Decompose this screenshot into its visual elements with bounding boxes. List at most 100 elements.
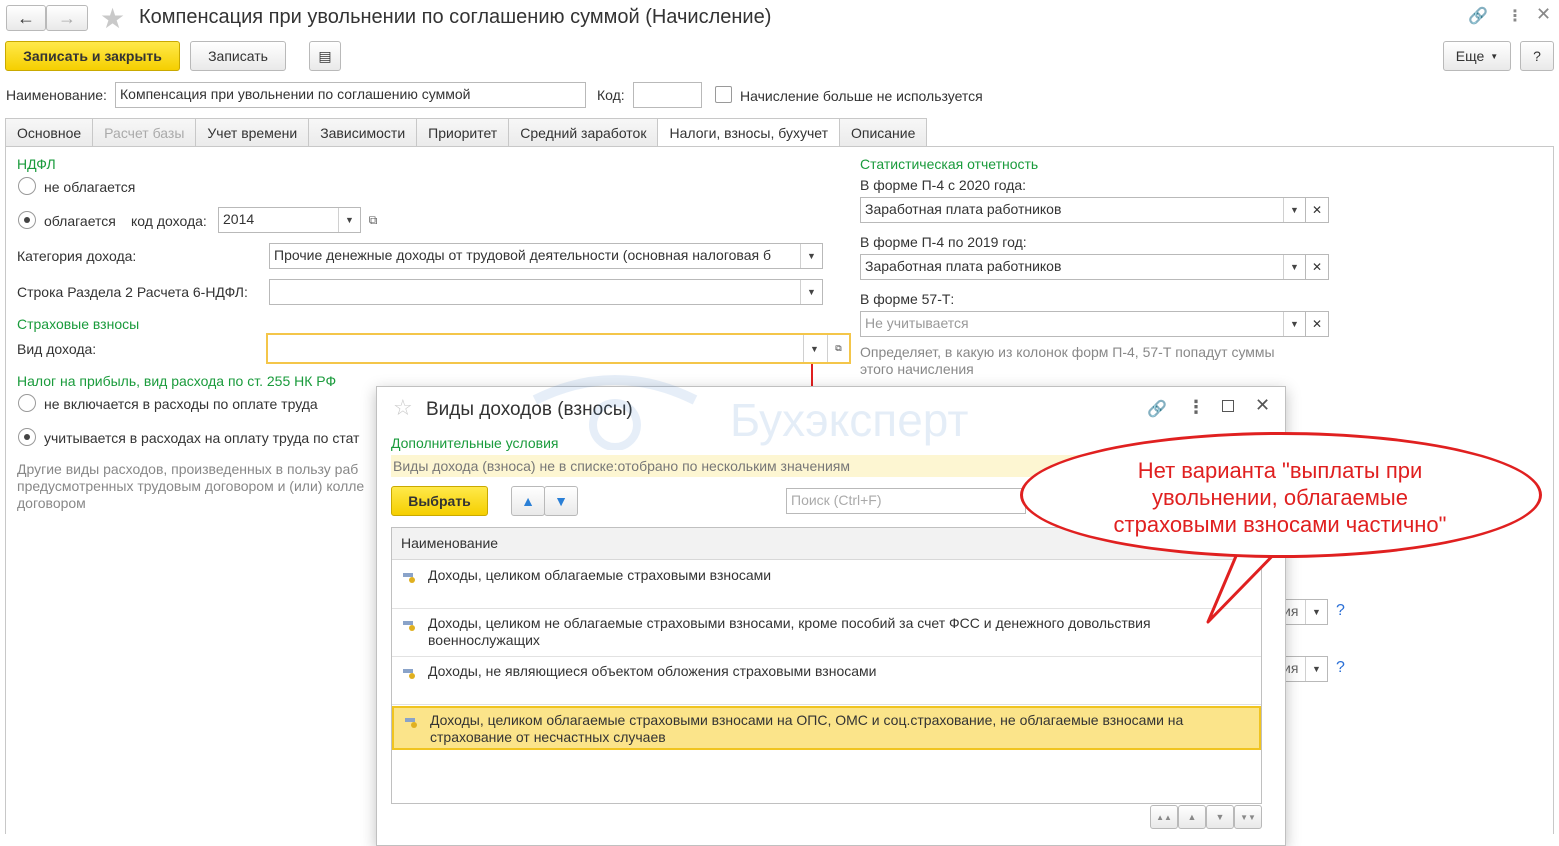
income-type-label: Вид дохода: xyxy=(17,341,97,357)
row-6ndfl-dropdown-icon[interactable]: ▼ xyxy=(800,280,822,304)
callout-line2: увольнении, облагаемые xyxy=(1152,485,1408,510)
p4-2019-label: В форме П-4 по 2019 год: xyxy=(860,234,1027,250)
nav-next-icon[interactable]: ▼ xyxy=(1206,805,1234,829)
item-icon xyxy=(403,669,415,679)
income-code-open-icon[interactable]: ⧉ xyxy=(362,208,384,232)
back-button[interactable]: ← xyxy=(6,5,46,31)
profit-not-included-label: не включается в расходы по оплате труда xyxy=(44,396,318,412)
tab-dependencies[interactable]: Зависимости xyxy=(308,118,418,146)
list-item-selected[interactable]: Доходы, целиком облагаемые страховыми вз… xyxy=(392,706,1261,750)
item-icon xyxy=(403,621,415,631)
p4-2020-label: В форме П-4 с 2020 года: xyxy=(860,177,1027,193)
f57t-dropdown-icon[interactable]: ▼ xyxy=(1283,312,1305,336)
popup-close-icon[interactable]: ✕ xyxy=(1255,395,1270,416)
more-button[interactable]: Еще ▼ xyxy=(1443,41,1511,71)
popup-extra-conditions[interactable]: Дополнительные условия xyxy=(391,435,559,451)
move-up-button[interactable]: ▲ xyxy=(511,486,545,516)
save-button[interactable]: Записать xyxy=(190,41,286,71)
help-q2[interactable]: ? xyxy=(1336,659,1345,677)
popup-more-icon[interactable]: ⋮ xyxy=(1187,397,1205,418)
p4-2020-field[interactable]: Заработная плата работников ▼ xyxy=(860,197,1306,223)
popup-star-icon[interactable]: ☆ xyxy=(393,395,413,421)
income-category-field[interactable]: Прочие денежные доходы от трудовой деяте… xyxy=(269,243,823,269)
row-6ndfl-field[interactable]: ▼ xyxy=(269,279,823,305)
callout-line3: страховыми взносами частично" xyxy=(1113,512,1447,537)
watermark-text: Бухэксперт xyxy=(730,394,969,446)
p4-2019-dropdown-icon[interactable]: ▼ xyxy=(1283,255,1305,279)
forward-button[interactable]: → xyxy=(46,5,88,31)
income-code-label: код дохода: xyxy=(131,213,207,229)
list-item[interactable]: Доходы, целиком не облагаемые страховыми… xyxy=(392,609,1261,657)
row-6ndfl-label: Строка Раздела 2 Расчета 6-НДФЛ: xyxy=(17,284,248,300)
list-item-line2: военнослужащих xyxy=(428,632,540,648)
p4-2020-clear-icon[interactable]: ✕ xyxy=(1305,197,1329,223)
ndfl-taxed-label: облагается xyxy=(44,213,116,229)
f57t-clear-icon[interactable]: ✕ xyxy=(1305,311,1329,337)
ndfl-taxed-radio[interactable] xyxy=(18,211,36,229)
tab-base-calc[interactable]: Расчет базы xyxy=(92,118,197,146)
tab-main[interactable]: Основное xyxy=(5,118,94,146)
favorite-star-icon[interactable]: ★ xyxy=(100,2,125,35)
popup-select-button[interactable]: Выбрать xyxy=(391,486,488,516)
callout-tail-cover xyxy=(1244,540,1284,550)
popup-link-icon[interactable]: 🔗 xyxy=(1147,399,1167,419)
help-button[interactable]: ? xyxy=(1520,41,1554,71)
income-type-open-icon[interactable]: ⧉ xyxy=(827,335,849,362)
ndfl-not-taxed-label: не облагается xyxy=(44,179,136,195)
ndfl-section-title: НДФЛ xyxy=(17,156,56,172)
nav-last-icon[interactable]: ▼▼ xyxy=(1234,805,1262,829)
save-close-button[interactable]: Записать и закрыть xyxy=(5,41,180,71)
profit-note-line3: договором xyxy=(17,495,86,511)
hidden-dropdown-1-chevron-icon[interactable]: ▼ xyxy=(1305,600,1327,624)
income-code-field[interactable]: 2014 ▼ xyxy=(218,207,361,233)
more-vert-icon[interactable]: ⋮ xyxy=(1507,6,1523,26)
stats-note-line2: этого начисления xyxy=(860,361,974,377)
name-field[interactable]: Компенсация при увольнении по соглашению… xyxy=(115,82,586,108)
list-item-line1: Доходы, целиком облагаемые страховыми вз… xyxy=(428,567,772,583)
profit-not-included-radio[interactable] xyxy=(18,394,36,412)
popup-search-placeholder: Поиск (Ctrl+F) xyxy=(791,492,882,508)
income-category-dropdown-icon[interactable]: ▼ xyxy=(800,244,822,268)
tab-bar: Основное Расчет базы Учет времени Зависи… xyxy=(5,118,928,147)
popup-search-input[interactable]: Поиск (Ctrl+F) xyxy=(786,488,1026,514)
popup-column-header[interactable]: Наименование xyxy=(401,535,498,551)
f57t-value: Не учитывается xyxy=(865,315,969,331)
help-q1[interactable]: ? xyxy=(1336,602,1345,620)
item-icon xyxy=(405,718,417,728)
profit-note-line2: предусмотренных трудовым договором и (ил… xyxy=(17,478,365,494)
income-type-field[interactable]: ▼ ⧉ xyxy=(266,333,851,364)
f57t-field[interactable]: Не учитывается ▼ xyxy=(860,311,1306,337)
p4-2019-clear-icon[interactable]: ✕ xyxy=(1305,254,1329,280)
list-item-line2: страхование от несчастных случаев xyxy=(430,729,666,745)
tab-priority[interactable]: Приоритет xyxy=(416,118,510,146)
tab-description[interactable]: Описание xyxy=(838,118,928,146)
popup-maximize-icon[interactable] xyxy=(1222,400,1234,412)
name-label: Наименование: xyxy=(6,87,107,103)
list-item[interactable]: Доходы, целиком облагаемые страховыми вз… xyxy=(392,561,1261,609)
move-down-button[interactable]: ▼ xyxy=(544,486,578,516)
ndfl-not-taxed-radio[interactable] xyxy=(18,177,36,195)
callout-line1: Нет варианта "выплаты при xyxy=(1137,458,1423,483)
income-code-dropdown-icon[interactable]: ▼ xyxy=(338,208,360,232)
link-icon[interactable]: 🔗 xyxy=(1468,6,1488,26)
p4-2020-dropdown-icon[interactable]: ▼ xyxy=(1283,198,1305,222)
stats-section-title: Статистическая отчетность xyxy=(860,156,1039,172)
nav-first-icon[interactable]: ▲▲ xyxy=(1150,805,1178,829)
tab-taxes[interactable]: Налоги, взносы, бухучет xyxy=(657,118,840,147)
hidden-dropdown-2-chevron-icon[interactable]: ▼ xyxy=(1305,657,1327,681)
income-category-label: Категория дохода: xyxy=(17,248,137,264)
document-list-icon[interactable]: ▤ xyxy=(309,41,341,71)
nav-prev-icon[interactable]: ▲ xyxy=(1178,805,1206,829)
code-field[interactable] xyxy=(633,82,702,108)
income-type-dropdown-icon[interactable]: ▼ xyxy=(803,335,825,362)
p4-2019-field[interactable]: Заработная плата работников ▼ xyxy=(860,254,1306,280)
popup-filter-text: Виды дохода (взноса) не в списке:отобран… xyxy=(393,458,850,474)
income-category-value: Прочие денежные доходы от трудовой деяте… xyxy=(274,247,771,263)
profit-included-radio[interactable] xyxy=(18,428,36,446)
unused-checkbox[interactable] xyxy=(715,86,732,103)
list-item-line1: Доходы, целиком не облагаемые страховыми… xyxy=(428,615,1151,631)
list-item[interactable]: Доходы, не являющиеся объектом обложения… xyxy=(392,657,1261,705)
close-icon[interactable]: ✕ xyxy=(1536,4,1551,25)
tab-average-earnings[interactable]: Средний заработок xyxy=(508,118,659,146)
tab-time-accounting[interactable]: Учет времени xyxy=(195,118,310,146)
